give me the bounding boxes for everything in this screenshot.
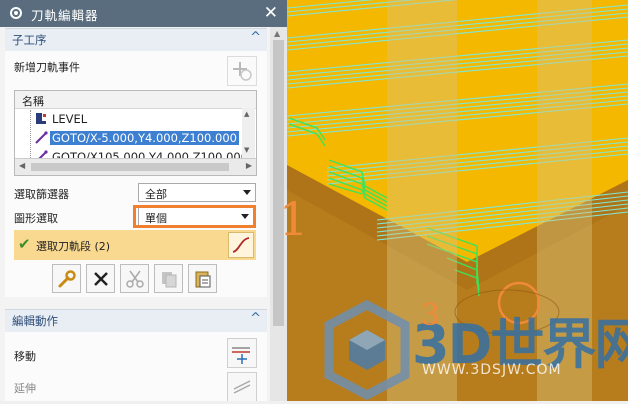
wrench-icon <box>58 270 76 288</box>
cut-button[interactable] <box>120 264 149 293</box>
subop-section-header[interactable]: 子工序 ^ <box>5 28 267 51</box>
list-item-selected[interactable]: GOTO/X-5.000,Y4.000,Z100.000 <box>15 129 256 147</box>
graphic-select-label: 圖形選取 <box>14 212 58 225</box>
scroll-thumb[interactable] <box>31 163 229 171</box>
dialog-title: 刀軌編輯器 <box>31 8 99 23</box>
scroll-up-icon[interactable]: ▲ <box>274 29 280 38</box>
settings-gear-icon <box>10 7 22 19</box>
edit-section-header[interactable]: 編輯動作 ^ <box>5 309 267 332</box>
filter-select[interactable]: 全部 <box>138 183 256 202</box>
cut-icon <box>126 270 144 288</box>
select-segment-row[interactable]: ✔ 選取刀軌段 (2) <box>14 230 256 260</box>
dialog-titlebar: 刀軌編輯器 ✕ <box>0 0 287 27</box>
copy-icon <box>162 272 177 288</box>
scroll-thumb[interactable] <box>273 40 284 326</box>
list-horizontal-scrollbar[interactable]: ◀ ▶ <box>15 158 256 175</box>
annotation-marker-three: 3 <box>421 298 441 333</box>
move-button[interactable] <box>227 338 257 368</box>
list-vertical-scrollbar[interactable]: ▲ ▼ <box>242 108 255 158</box>
edit-wrench-button[interactable] <box>52 264 81 293</box>
edit-section-title: 編輯動作 <box>12 314 58 328</box>
copy-button[interactable] <box>154 264 183 293</box>
move-icon <box>232 347 250 364</box>
event-list[interactable]: 名稱 LEVEL GOTO/X-5.000,Y4.000,Z100.000 GO… <box>14 90 257 176</box>
scroll-up-icon[interactable]: ▲ <box>244 110 249 118</box>
scroll-right-icon[interactable]: ▶ <box>246 161 252 170</box>
goto-icon <box>35 131 48 144</box>
add-event-icon <box>233 62 252 81</box>
annotation-highlight-box <box>133 205 256 228</box>
list-header-name: 名稱 <box>22 95 44 108</box>
paste-icon <box>195 271 211 288</box>
filter-select-value: 全部 <box>145 188 167 201</box>
extend-label: 延伸 <box>14 382 36 395</box>
close-icon[interactable]: ✕ <box>264 3 278 23</box>
delete-button[interactable] <box>86 264 115 293</box>
chevron-up-icon[interactable]: ^ <box>250 30 261 45</box>
extend-button[interactable] <box>227 372 257 401</box>
level-icon <box>36 113 46 124</box>
list-item-text: GOTO/X-5.000,Y4.000,Z100.000 <box>50 131 239 145</box>
scroll-left-icon[interactable]: ◀ <box>19 161 25 170</box>
select-curve-button[interactable] <box>228 232 254 258</box>
graphics-viewport[interactable]: 3D世界网 WWW.3DSJW.COM 3 <box>286 0 628 401</box>
list-item-text: LEVEL <box>52 112 88 126</box>
watermark-url: WWW.3DSJW.COM <box>422 362 562 378</box>
list-header: 名稱 <box>15 91 256 109</box>
filter-label: 選取篩選器 <box>14 188 69 201</box>
add-event-button[interactable] <box>227 56 257 86</box>
extend-icon <box>233 380 251 394</box>
select-segment-label: 選取刀軌段 (2) <box>36 240 111 253</box>
chevron-up-icon[interactable]: ^ <box>250 311 261 326</box>
scroll-down-icon[interactable]: ▼ <box>244 146 249 154</box>
curve-icon <box>232 237 250 253</box>
delete-icon <box>94 272 108 286</box>
chevron-down-icon <box>243 190 251 195</box>
move-label: 移動 <box>14 350 36 363</box>
toolpath-editor-dialog: 刀軌編輯器 ✕ 子工序 ^ 新增刀軌事件 名稱 LEVEL GOTO/X-5.0… <box>0 0 287 401</box>
paste-button[interactable] <box>188 264 217 293</box>
subop-section-title: 子工序 <box>12 33 47 47</box>
checkmark-icon: ✔ <box>18 235 31 253</box>
add-event-label: 新增刀軌事件 <box>14 61 80 74</box>
annotation-marker-one: 1 <box>279 192 309 246</box>
list-item[interactable]: LEVEL <box>15 110 256 128</box>
